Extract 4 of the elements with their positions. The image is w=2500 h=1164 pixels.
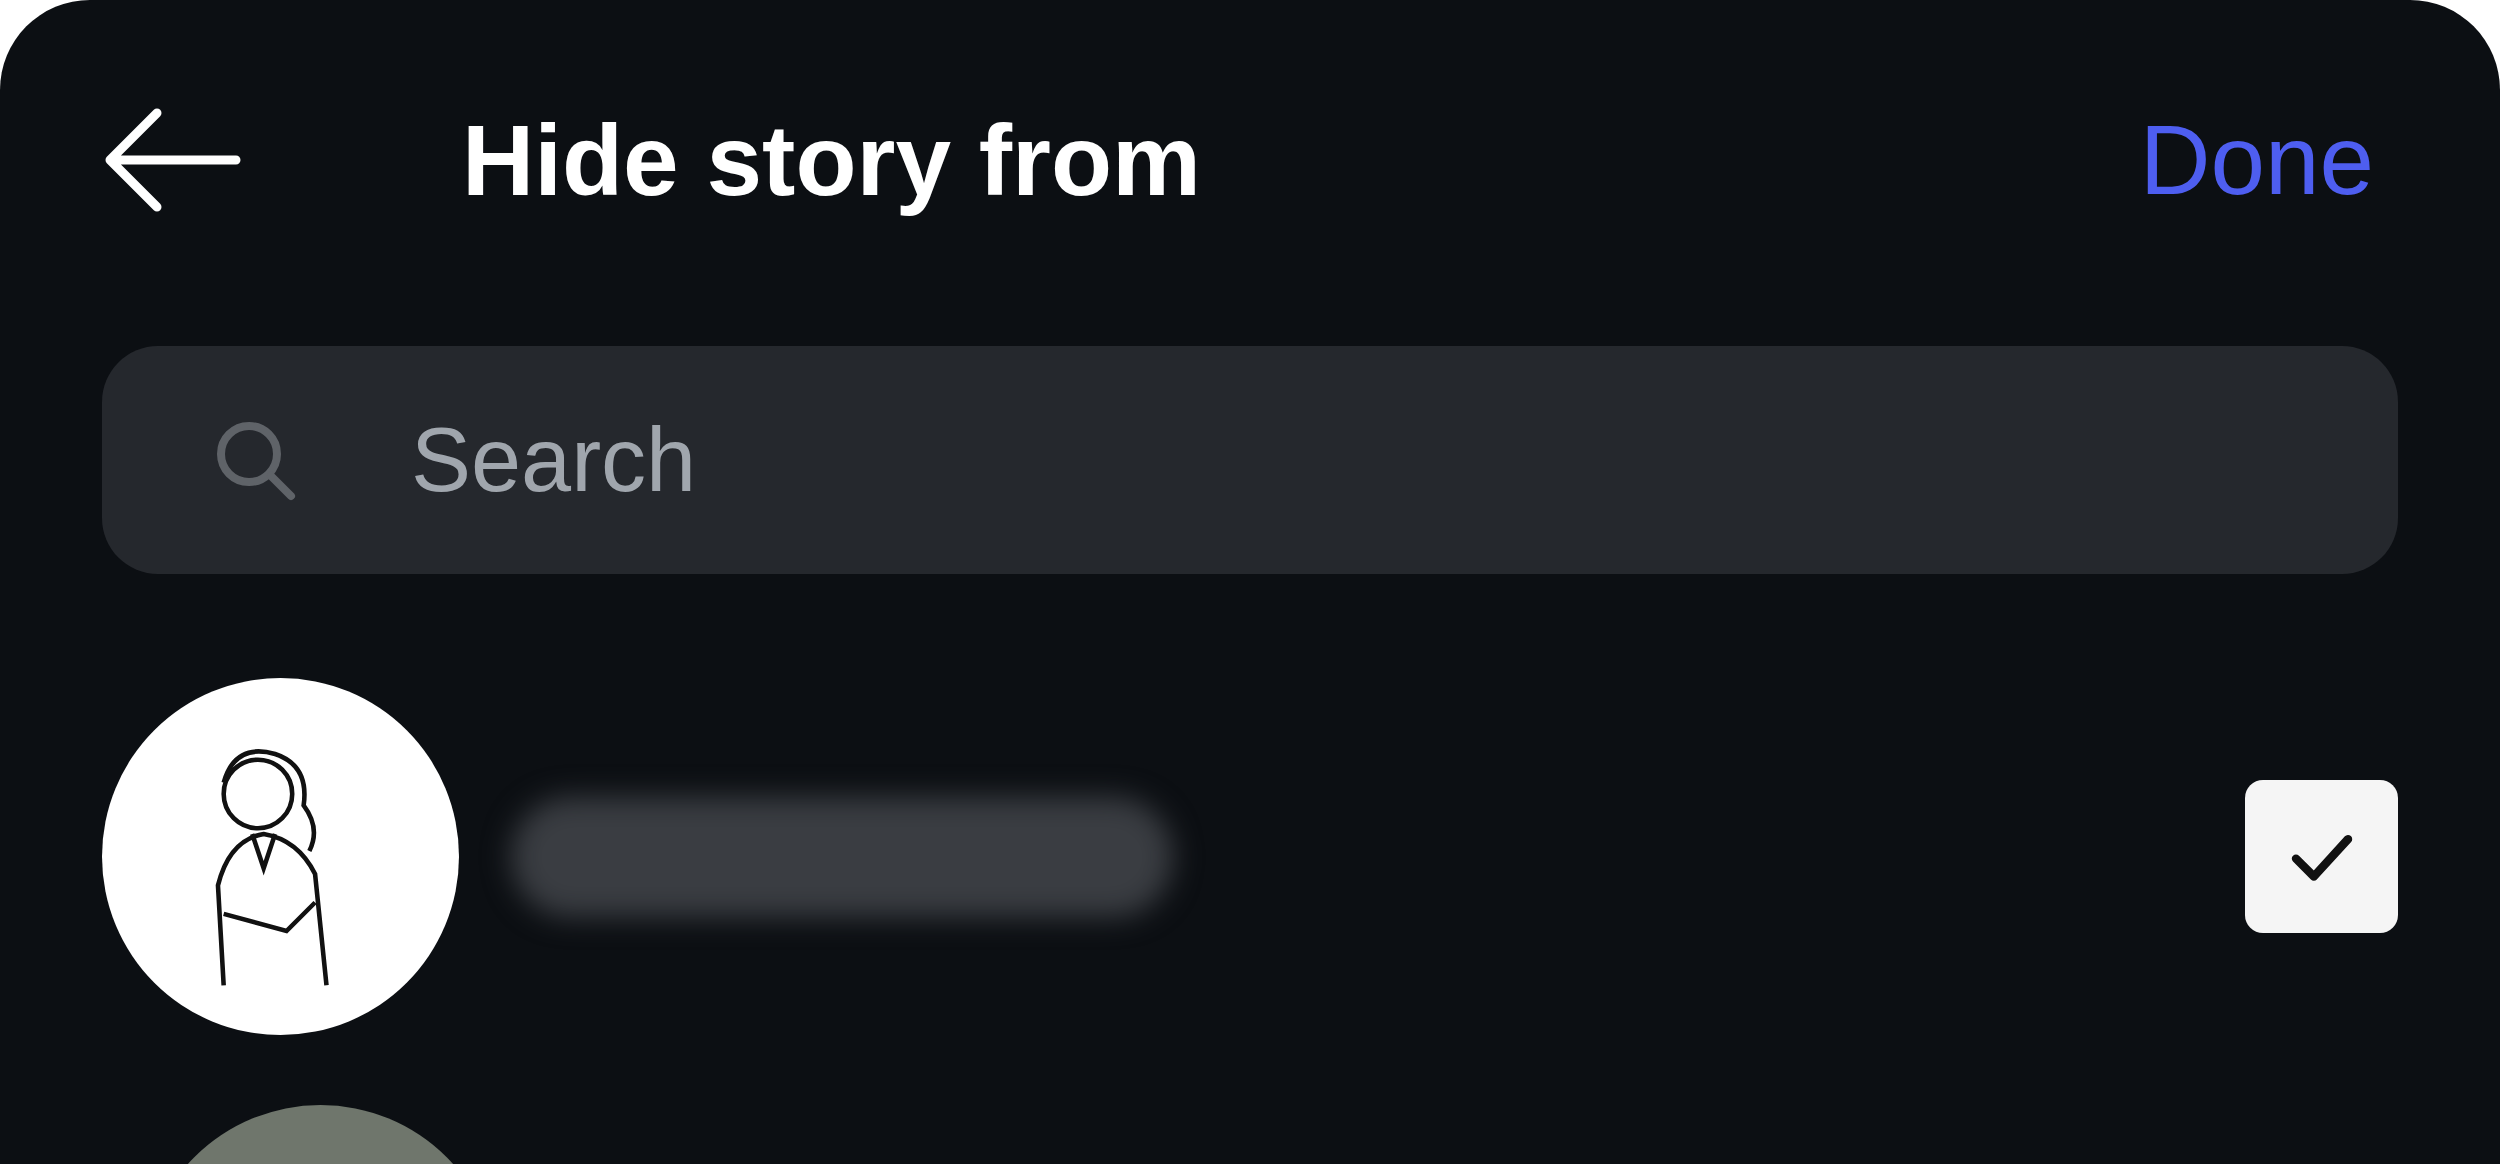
checkbox[interactable] — [2245, 780, 2398, 933]
done-button[interactable]: Done — [2139, 86, 2374, 234]
screen-title: Hide story from — [462, 103, 1201, 218]
search-field[interactable]: Search — [102, 346, 2398, 574]
